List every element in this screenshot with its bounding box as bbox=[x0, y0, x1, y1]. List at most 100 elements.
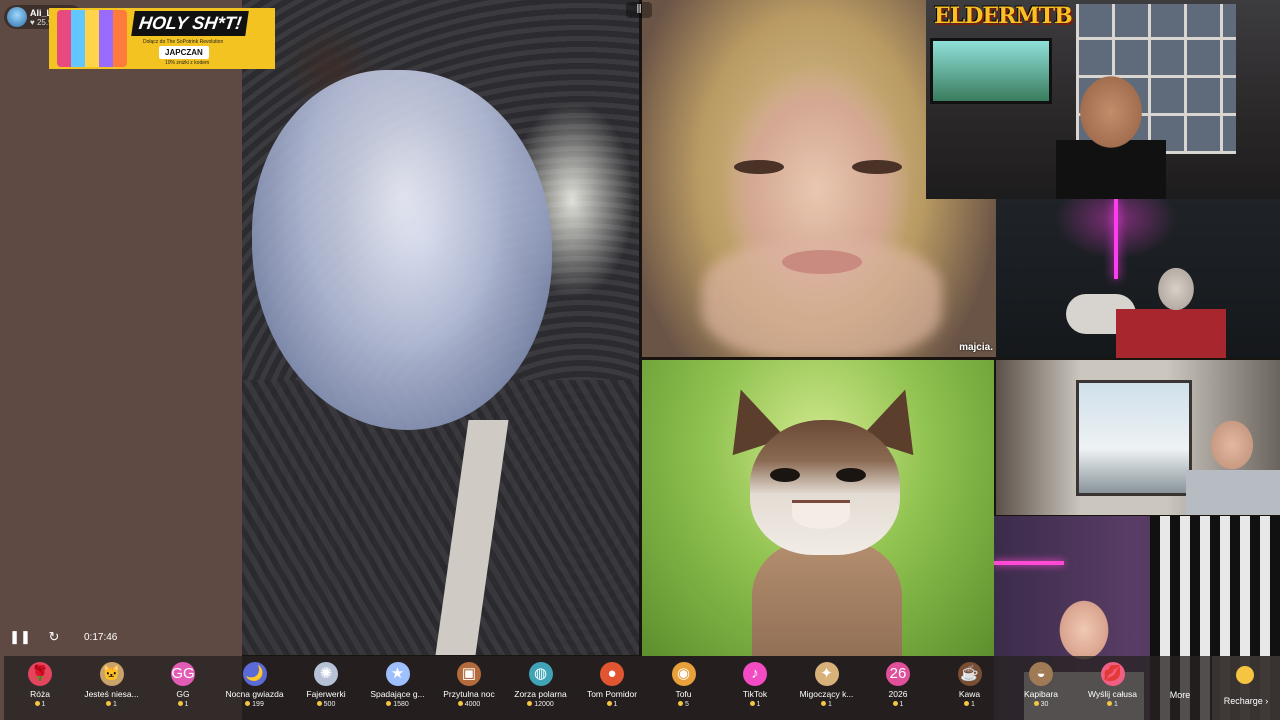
video-tile-main[interactable] bbox=[242, 0, 639, 655]
live-stream-stage: majcia. ELDERMTB Ali_Lovely ♥ 25.9K bbox=[0, 0, 1280, 720]
gift-item[interactable]: 🌹 Róża 1 bbox=[10, 656, 70, 720]
gift-price-value: 1 bbox=[613, 701, 618, 708]
gift-price: 5 bbox=[654, 701, 714, 708]
more-gifts-button[interactable]: More bbox=[1160, 690, 1200, 700]
streamer-watermark: majcia. bbox=[959, 342, 993, 353]
gift-price: 1 bbox=[868, 701, 928, 708]
video-tile-hotel[interactable] bbox=[996, 360, 1280, 515]
coin-icon bbox=[1107, 701, 1113, 706]
streamer-eldermtb bbox=[1056, 70, 1166, 199]
banner-subtitle: Dołącz do The SoPotrink Revolution bbox=[143, 39, 224, 45]
gift-name: Migoczący k... bbox=[799, 689, 854, 699]
gift-price: 4000 bbox=[439, 701, 499, 708]
gift-item[interactable]: 26 2026 1 bbox=[868, 656, 928, 720]
gift-price-value: 30 bbox=[1040, 701, 1049, 708]
cat-head bbox=[750, 420, 900, 555]
gift-price-value: 1 bbox=[756, 701, 761, 708]
gift-price-value: 1580 bbox=[393, 701, 409, 708]
gift-price-value: 1 bbox=[113, 701, 117, 708]
gift-price-value: 4000 bbox=[464, 701, 481, 708]
coin-icon bbox=[106, 701, 112, 706]
coin-icon bbox=[892, 701, 898, 706]
gift-price-value: 1 bbox=[41, 701, 46, 708]
coin-icon bbox=[457, 701, 463, 706]
capybara-icon: ◒ bbox=[1029, 662, 1053, 686]
gift-item[interactable]: 💋 Wyślij całusa 1 bbox=[1083, 656, 1143, 720]
gift-name: Nocna gwiazda bbox=[225, 689, 284, 699]
video-tile-popcat[interactable] bbox=[642, 360, 994, 656]
tiktok-icon: ♪ bbox=[743, 662, 767, 686]
gift-price: 1 bbox=[797, 701, 857, 708]
gift-price-value: 5 bbox=[685, 701, 689, 708]
pause-icon[interactable]: ❚❚ bbox=[9, 629, 31, 645]
sparkle-icon: ✦ bbox=[814, 662, 839, 686]
gift-item[interactable]: ▣ Przytulna noc 4000 bbox=[439, 656, 499, 720]
gift-price: 1580 bbox=[368, 701, 428, 708]
gg-icon: GG bbox=[171, 662, 195, 686]
cat-right-eye bbox=[836, 468, 866, 482]
led-strip bbox=[994, 561, 1064, 565]
left-background bbox=[0, 0, 242, 720]
sponsor-banner[interactable]: HOLY SH*T! Dołącz do The SoPotrink Revol… bbox=[49, 8, 275, 69]
gift-price-value: 1 bbox=[184, 701, 189, 708]
gift-name: Tofu bbox=[675, 689, 692, 699]
gift-name: Kawa bbox=[958, 689, 981, 699]
night-star-icon: 🌙 bbox=[242, 662, 267, 686]
gift-name: Zorza polarna bbox=[514, 689, 567, 699]
streamer-gamer bbox=[1116, 259, 1226, 358]
gift-name: Kapibara bbox=[1023, 689, 1059, 699]
gift-price-value: 1 bbox=[971, 701, 975, 708]
coin-icon bbox=[606, 701, 612, 706]
gift-item[interactable]: ★ Spadające g... 1580 bbox=[368, 656, 428, 720]
gift-price-value: 500 bbox=[323, 701, 336, 708]
gift-item[interactable]: ◉ Tofu 5 bbox=[654, 656, 714, 720]
coin-icon bbox=[386, 701, 392, 706]
gift-item[interactable]: ☕ Kawa 1 bbox=[940, 656, 1000, 720]
tomato-icon: ● bbox=[600, 662, 624, 686]
banner-title: HOLY SH*T! bbox=[131, 11, 250, 36]
layout-handle-icon[interactable]: ⫼ bbox=[626, 2, 652, 18]
gift-price: 199 bbox=[225, 701, 285, 708]
recharge-button[interactable]: Recharge › bbox=[1212, 656, 1280, 720]
video-tile-gamer[interactable] bbox=[996, 199, 1280, 358]
cat-left-eye bbox=[770, 468, 800, 482]
gift-item[interactable]: ● Tom Pomidor 1 bbox=[582, 656, 642, 720]
gift-name: Jesteś niesa... bbox=[84, 689, 139, 699]
aquarium bbox=[930, 38, 1052, 104]
gift-item[interactable]: GG GG 1 bbox=[153, 656, 213, 720]
drink-cans-image bbox=[57, 10, 127, 67]
coin-icon bbox=[316, 701, 322, 706]
gift-name: Wyślij całusa bbox=[1087, 689, 1138, 699]
2026-icon: 26 bbox=[886, 662, 910, 686]
gift-item[interactable]: 🐱 Jesteś niesa... 1 bbox=[82, 656, 142, 720]
gift-price: 30 bbox=[1011, 701, 1071, 708]
gift-item[interactable]: ✦ Migoczący k... 1 bbox=[797, 656, 857, 720]
refresh-icon[interactable]: ↻ bbox=[46, 629, 62, 645]
gift-item[interactable]: ♪ TikTok 1 bbox=[725, 656, 785, 720]
lips bbox=[782, 250, 862, 274]
gift-price-value: 1 bbox=[828, 701, 832, 708]
gift-name: TikTok bbox=[742, 689, 768, 699]
gift-item[interactable]: 🌙 Nocna gwiazda 199 bbox=[225, 656, 285, 720]
playback-time: 0:17:46 bbox=[84, 631, 118, 643]
gift-price-value: 1 bbox=[1114, 701, 1118, 708]
coin-icon bbox=[34, 701, 40, 706]
gift-item[interactable]: ◒ Kapibara 30 bbox=[1011, 656, 1071, 720]
coin-icon bbox=[964, 701, 970, 706]
balcony-window bbox=[1076, 380, 1192, 496]
gift-item[interactable]: ✺ Fajerwerki 500 bbox=[296, 656, 356, 720]
gift-item[interactable]: ◍ Zorza polarna 12000 bbox=[511, 656, 571, 720]
banner-footer: 10% zniżki z kodem bbox=[165, 60, 210, 66]
gift-name: Spadające g... bbox=[370, 689, 425, 699]
gift-name: GG bbox=[176, 689, 190, 699]
gift-price: 1 bbox=[582, 701, 642, 708]
gift-bar: 🌹 Róża 1 🐱 Jesteś niesa... 1 GG GG 1 🌙 Nocna gwiaz… bbox=[4, 656, 1280, 720]
coin-icon bbox=[678, 701, 684, 706]
cat-face-icon: 🐱 bbox=[99, 662, 124, 686]
eldermtb-logo: ELDERMTB bbox=[934, 3, 1073, 29]
host-avatar[interactable] bbox=[7, 7, 27, 27]
video-tile-eldermtb[interactable]: ELDERMTB bbox=[926, 0, 1280, 199]
cat-body bbox=[752, 540, 902, 656]
rose-icon: 🌹 bbox=[28, 662, 52, 686]
coin-icon bbox=[527, 701, 533, 706]
